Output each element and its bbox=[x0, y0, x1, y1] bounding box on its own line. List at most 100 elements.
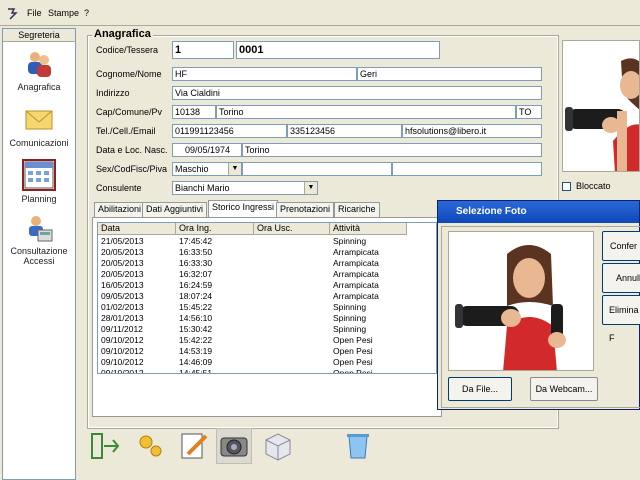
column-header-data[interactable]: Data bbox=[98, 223, 176, 235]
table-row[interactable]: 01/02/2013 15:45:22 Spinning bbox=[98, 302, 436, 313]
box-icon[interactable] bbox=[260, 428, 296, 464]
da-webcam-button[interactable]: Da Webcam... bbox=[530, 377, 598, 401]
access-icon bbox=[24, 213, 54, 243]
cognome-field[interactable]: HF bbox=[172, 67, 357, 81]
edit-icon[interactable] bbox=[176, 428, 212, 464]
table-row[interactable]: 20/05/2013 16:33:30 Arrampicata bbox=[98, 258, 436, 269]
table-row[interactable]: 20/05/2013 16:32:07 Arrampicata bbox=[98, 269, 436, 280]
table-cell: Open Pesi bbox=[333, 346, 373, 356]
sidebar-item-consultazione-accessi[interactable]: Consultazione Accessi bbox=[3, 213, 75, 266]
menu-bar: File Stampe ? bbox=[0, 0, 640, 26]
label-cognome: Cognome/Nome bbox=[96, 69, 162, 79]
codfisc-field[interactable] bbox=[242, 162, 392, 176]
table-cell: Spinning bbox=[333, 313, 367, 323]
member-photo[interactable] bbox=[562, 40, 640, 172]
table-cell: 20/05/2013 bbox=[101, 269, 144, 279]
table-row[interactable]: 16/05/2013 16:24:59 Arrampicata bbox=[98, 280, 436, 291]
chevron-down-icon[interactable]: ▼ bbox=[228, 163, 241, 175]
storico-grid[interactable]: Data Ora Ing. Ora Usc. Attività 21/05/20… bbox=[97, 222, 437, 374]
tel-field[interactable]: 011991123456 bbox=[172, 124, 287, 138]
table-cell: 20/05/2013 bbox=[101, 247, 144, 257]
column-header-ora-uscita[interactable]: Ora Usc. bbox=[254, 223, 330, 235]
sidebar-item-planning[interactable]: Planning bbox=[3, 159, 75, 204]
provincia-field[interactable]: TO bbox=[516, 105, 542, 119]
sidebar-item-anagrafica[interactable]: Anagrafica bbox=[3, 49, 75, 92]
table-row[interactable]: 09/10/2012 14:53:19 Open Pesi bbox=[98, 346, 436, 357]
email-field[interactable]: hfsolutions@libero.it bbox=[402, 124, 542, 138]
table-cell: 21/05/2013 bbox=[101, 236, 144, 246]
bottom-toolbar bbox=[80, 422, 380, 472]
photo-preview bbox=[448, 231, 594, 371]
tab-storico-ingressi[interactable]: Storico Ingressi bbox=[208, 200, 279, 218]
selezione-foto-dialog: Selezione Foto Da File... Da Webcam... C… bbox=[437, 200, 640, 410]
sidebar-item-comunicazioni[interactable]: Comunicazioni bbox=[3, 105, 75, 148]
table-row[interactable]: 09/05/2013 18:07:24 Arrampicata bbox=[98, 291, 436, 302]
table-cell: Open Pesi bbox=[333, 335, 373, 345]
table-cell: Arrampicata bbox=[333, 258, 379, 268]
table-row[interactable]: 09/10/2012 15:42:22 Open Pesi bbox=[98, 335, 436, 346]
menu-file[interactable]: File bbox=[27, 8, 42, 18]
tab-prenotazioni[interactable]: Prenotazioni bbox=[276, 202, 335, 217]
column-header-ora-ingresso[interactable]: Ora Ing. bbox=[176, 223, 254, 235]
consulente-select[interactable]: Bianchi Mario ▼ bbox=[172, 181, 318, 195]
label-data-nascita: Data e Loc. Nasc. bbox=[96, 145, 168, 155]
tessera-field[interactable]: 0001 bbox=[236, 41, 440, 59]
table-cell: Spinning bbox=[333, 324, 367, 334]
luogo-nascita-field[interactable]: Torino bbox=[242, 143, 542, 157]
indirizzo-field[interactable]: Via Cialdini bbox=[172, 86, 542, 100]
chevron-down-icon[interactable]: ▼ bbox=[304, 182, 317, 194]
bloccato-checkbox[interactable] bbox=[562, 182, 571, 191]
codice-field[interactable]: 1 bbox=[172, 41, 234, 59]
label-indirizzo: Indirizzo bbox=[96, 88, 130, 98]
tab-abilitazioni[interactable]: Abilitazioni bbox=[94, 202, 146, 217]
elimina-foto-button[interactable]: Elimina F bbox=[602, 295, 640, 343]
envelope-icon bbox=[24, 105, 54, 135]
camera-icon[interactable] bbox=[216, 428, 252, 464]
trash-icon[interactable] bbox=[340, 428, 376, 464]
table-cell: 14:53:19 bbox=[179, 346, 213, 356]
label-codice: Codice/Tessera bbox=[96, 45, 159, 55]
data-nascita-field[interactable]: 09/05/1974 bbox=[172, 143, 242, 157]
table-row[interactable]: 09/11/2012 15:30:42 Spinning bbox=[98, 324, 436, 335]
settings-icon[interactable] bbox=[132, 428, 168, 464]
piva-field[interactable] bbox=[392, 162, 542, 176]
cell-field[interactable]: 335123456 bbox=[287, 124, 402, 138]
table-cell: 14:46:09 bbox=[179, 357, 213, 367]
sex-select[interactable]: Maschio ▼ bbox=[172, 162, 242, 176]
table-cell: 16:24:59 bbox=[179, 280, 213, 290]
da-file-button[interactable]: Da File... bbox=[448, 377, 512, 401]
comune-field[interactable]: Torino bbox=[216, 105, 516, 119]
table-cell: Arrampicata bbox=[333, 247, 379, 257]
table-row[interactable]: 21/05/2013 17:45:42 Spinning bbox=[98, 236, 436, 247]
table-row[interactable]: 09/10/2012 14:46:09 Open Pesi bbox=[98, 357, 436, 368]
column-header-attivita[interactable]: Attività bbox=[330, 223, 407, 235]
menu-stampe[interactable]: Stampe bbox=[48, 8, 79, 18]
table-cell: 18:07:24 bbox=[179, 291, 213, 301]
table-row[interactable]: 20/05/2013 16:33:50 Arrampicata bbox=[98, 247, 436, 258]
table-row[interactable]: 09/10/2012 14:45:51 Open Pesi bbox=[98, 368, 436, 374]
table-row[interactable]: 28/01/2013 14:56:10 Spinning bbox=[98, 313, 436, 324]
annulla-button[interactable]: Annulla bbox=[602, 263, 640, 293]
exit-icon[interactable] bbox=[88, 428, 124, 464]
table-cell: 28/01/2013 bbox=[101, 313, 144, 323]
table-cell: 09/05/2013 bbox=[101, 291, 144, 301]
tab-ricariche[interactable]: Ricariche bbox=[334, 202, 380, 217]
dialog-title: Selezione Foto bbox=[438, 201, 639, 223]
cap-field[interactable]: 10138 bbox=[172, 105, 216, 119]
table-cell: 17:45:42 bbox=[179, 236, 213, 246]
sidebar-item-label: Consultazione Accessi bbox=[10, 246, 68, 266]
table-cell: 15:45:22 bbox=[179, 302, 213, 312]
table-cell: Open Pesi bbox=[333, 368, 373, 374]
menu-help[interactable]: ? bbox=[84, 8, 89, 18]
bloccato-label: Bloccato bbox=[576, 181, 611, 191]
users-icon bbox=[24, 49, 54, 79]
conferma-button[interactable]: Confer bbox=[602, 231, 640, 261]
table-cell: 14:45:51 bbox=[179, 368, 213, 374]
table-cell: 09/10/2012 bbox=[101, 335, 144, 345]
sex-value: Maschio bbox=[175, 164, 209, 174]
sidebar-item-label: Anagrafica bbox=[17, 82, 61, 92]
table-cell: Arrampicata bbox=[333, 269, 379, 279]
nome-field[interactable]: Geri bbox=[357, 67, 542, 81]
table-cell: 09/10/2012 bbox=[101, 357, 144, 367]
tab-dati-aggiuntivi[interactable]: Dati Aggiuntivi bbox=[142, 202, 208, 217]
